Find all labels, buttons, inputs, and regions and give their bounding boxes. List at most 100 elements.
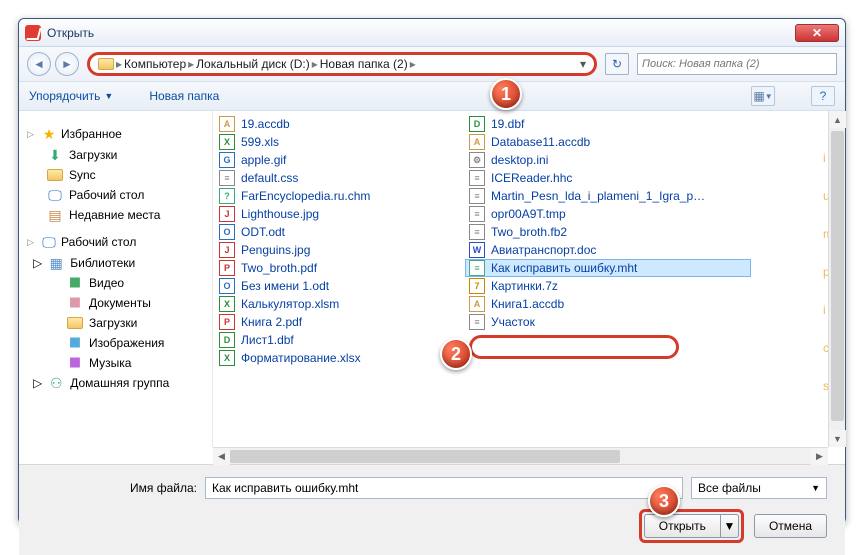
file-item[interactable]: A19.accdb <box>215 115 461 133</box>
footer: Имя файла: Все файлы▼ Открыть ▼ Отмена <box>19 464 845 555</box>
sidebar-item-libraries[interactable]: ▷▦Библиотеки <box>21 253 210 273</box>
scroll-right-arrow[interactable]: ▶ <box>811 448 828 465</box>
file-item[interactable]: XКалькулятор.xlsm <box>215 295 461 313</box>
forward-button[interactable]: ► <box>55 52 79 76</box>
file-item[interactable]: OODT.odt <box>215 223 461 241</box>
sidebar-item-downloads[interactable]: ⬇Загрузки <box>21 145 210 165</box>
scroll-thumb-v[interactable] <box>831 131 844 421</box>
file-item[interactable]: ADatabase11.accdb <box>465 133 751 151</box>
sidebar-item-homegroup[interactable]: ▷⚇Домашняя группа <box>21 373 210 393</box>
open-button[interactable]: Открыть <box>644 514 721 538</box>
file-name: Книга1.accdb <box>491 297 564 311</box>
organize-menu[interactable]: Упорядочить ▼ <box>29 89 113 103</box>
help-button[interactable]: ? <box>811 86 835 106</box>
file-item[interactable]: X 599.xls <box>215 133 461 151</box>
filename-input[interactable] <box>205 477 683 499</box>
file-name: Two_broth.pdf <box>241 261 317 275</box>
file-name: Лист1.dbf <box>241 333 294 347</box>
file-item[interactable]: ≡Как исправить ошибку.mht <box>465 259 751 277</box>
file-item[interactable]: AКнига1.accdb <box>465 295 751 313</box>
search-input[interactable] <box>642 58 832 70</box>
crumb-sep: ▸ <box>116 57 122 71</box>
file-item[interactable]: ≡default.css <box>215 169 461 187</box>
file-name: opr00A9T.tmp <box>491 207 566 221</box>
file-name: Без имени 1.odt <box>241 279 329 293</box>
file-list[interactable]: A19.accdbX599.xlsGapple.gif≡default.css?… <box>213 111 845 447</box>
file-item[interactable]: 7Картинки.7z <box>465 277 751 295</box>
file-name: Penguins.jpg <box>241 243 310 257</box>
folder-icon <box>98 58 114 70</box>
sidebar-item-music[interactable]: ⯀Музыка <box>21 353 210 373</box>
file-item[interactable]: WАвиатранспорт.doc <box>465 241 751 259</box>
views-button[interactable]: ▦ ▼ <box>751 86 775 106</box>
titlebar: Открыть ✕ <box>19 19 845 47</box>
file-icon: O <box>219 278 235 294</box>
address-bar[interactable]: ▸ Компьютер ▸ Локальный диск (D:) ▸ Нова… <box>87 52 597 76</box>
file-name: Калькулятор.xlsm <box>241 297 339 311</box>
crumb-disk[interactable]: Локальный диск (D:) <box>196 57 310 71</box>
new-folder-button[interactable]: Новая папка <box>149 89 219 103</box>
file-item[interactable]: DЛист1.dbf <box>215 331 461 349</box>
file-item[interactable]: ≡ Two_broth.fb2 <box>465 223 751 241</box>
back-button[interactable]: ◄ <box>27 52 51 76</box>
sidebar: ▷★Избранное ⬇Загрузки Sync 🖵Рабочий стол… <box>19 111 213 447</box>
file-item[interactable]: ≡Участок <box>465 313 751 331</box>
file-item[interactable]: ≡ICEReader.hhc <box>465 169 751 187</box>
file-item[interactable]: D19.dbf <box>465 115 751 133</box>
file-item[interactable]: Gapple.gif <box>215 151 461 169</box>
file-icon: G <box>219 152 235 168</box>
sidebar-item-downloads2[interactable]: Загрузки <box>21 313 210 333</box>
close-button[interactable]: ✕ <box>795 24 839 42</box>
file-icon: X <box>219 134 235 150</box>
open-dialog: Открыть ✕ ◄ ► ▸ Компьютер ▸ Локальный ди… <box>18 18 846 524</box>
file-name: apple.gif <box>241 153 286 167</box>
favorites-header[interactable]: ▷★Избранное <box>21 123 210 145</box>
window-title: Открыть <box>47 26 795 40</box>
refresh-button[interactable]: ↻ <box>605 53 629 75</box>
file-name: Авиатранспорт.doc <box>491 243 596 257</box>
address-dropdown[interactable]: ▾ <box>580 57 586 71</box>
file-icon: X <box>219 350 235 366</box>
callout-3: 3 <box>648 485 680 517</box>
sidebar-item-recent[interactable]: ▤Недавние места <box>21 205 210 225</box>
search-box[interactable] <box>637 53 837 75</box>
file-icon: ≡ <box>469 224 485 240</box>
file-item[interactable]: ?FarEncyclopedia.ru.chm <box>215 187 461 205</box>
nav-row: ◄ ► ▸ Компьютер ▸ Локальный диск (D:) ▸ … <box>19 47 845 81</box>
file-item[interactable]: ⚙desktop.ini <box>465 151 751 169</box>
crumb-computer[interactable]: Компьютер <box>124 57 186 71</box>
crumb-folder[interactable]: Новая папка (2) <box>320 57 408 71</box>
file-name: default.css <box>241 171 298 185</box>
file-item[interactable]: PКнига 2.pdf <box>215 313 461 331</box>
file-item[interactable]: J Penguins.jpg <box>215 241 461 259</box>
file-name: Two_broth.fb2 <box>491 225 567 239</box>
file-icon: J <box>219 242 235 258</box>
scroll-left-arrow[interactable]: ◀ <box>213 448 230 465</box>
horizontal-scrollbar[interactable]: ◀ ▶ <box>213 447 828 464</box>
desktop-header[interactable]: ▷🖵Рабочий стол <box>21 231 210 253</box>
filetype-filter[interactable]: Все файлы▼ <box>691 477 827 499</box>
file-name: 599.xls <box>241 135 279 149</box>
sidebar-item-sync[interactable]: Sync <box>21 165 210 185</box>
file-item[interactable]: JLighthouse.jpg <box>215 205 461 223</box>
sidebar-item-documents[interactable]: ⯀Документы <box>21 293 210 313</box>
scroll-down-arrow[interactable]: ▼ <box>829 430 846 447</box>
callout-1: 1 <box>490 78 522 110</box>
scroll-up-arrow[interactable]: ▲ <box>829 111 846 128</box>
sidebar-item-video[interactable]: ⯀Видео <box>21 273 210 293</box>
vertical-scrollbar[interactable]: ▲ ▼ <box>828 111 845 447</box>
file-item[interactable]: O Без имени 1.odt <box>215 277 461 295</box>
file-icon: ≡ <box>469 260 485 276</box>
file-name: Картинки.7z <box>491 279 558 293</box>
file-item[interactable]: P Two_broth.pdf <box>215 259 461 277</box>
sidebar-item-pictures[interactable]: ⯀Изображения <box>21 333 210 353</box>
file-icon: P <box>219 260 235 276</box>
file-icon: ≡ <box>469 314 485 330</box>
file-item[interactable]: ≡opr00A9T.tmp <box>465 205 751 223</box>
file-item[interactable]: ≡Martin_Pesn_lda_i_plameni_1_Igra_p… <box>465 187 751 205</box>
scroll-thumb-h[interactable] <box>230 450 620 463</box>
cancel-button[interactable]: Отмена <box>754 514 827 538</box>
file-item[interactable]: XФорматирование.xlsx <box>215 349 461 367</box>
open-dropdown[interactable]: ▼ <box>721 514 739 538</box>
sidebar-item-desktop[interactable]: 🖵Рабочий стол <box>21 185 210 205</box>
